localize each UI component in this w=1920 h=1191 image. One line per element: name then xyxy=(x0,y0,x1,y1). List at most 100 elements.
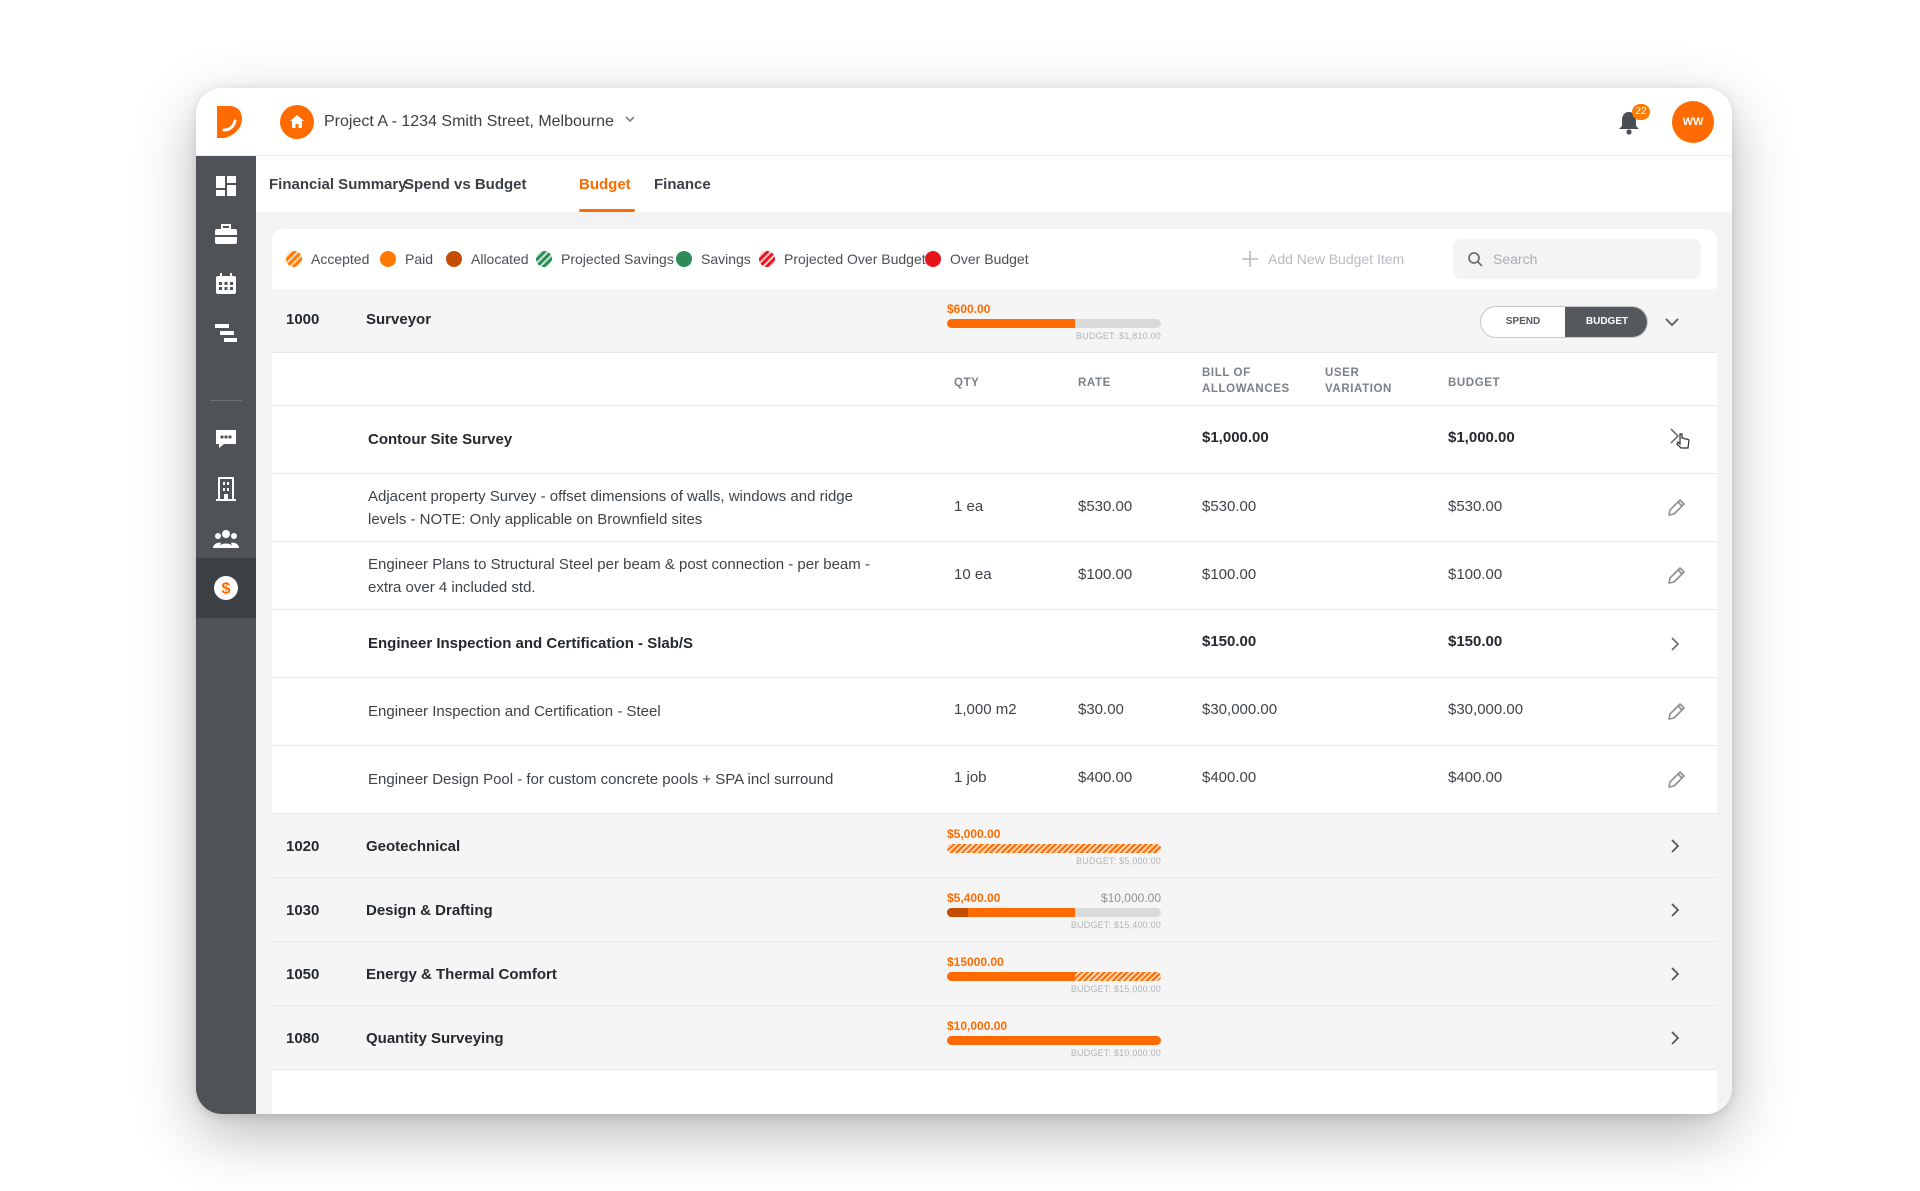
item-rate: $30.00 xyxy=(1078,701,1124,718)
column-user-variation: USER VARIATION xyxy=(1325,365,1392,397)
savings-swatch xyxy=(676,251,692,267)
tab-financial-summary[interactable]: Financial Summary xyxy=(269,176,407,193)
category-name: Surveyor xyxy=(366,311,432,328)
project-selector[interactable]: Project A - 1234 Smith Street, Melbourne xyxy=(324,113,614,131)
item-budget: $30,000.00 xyxy=(1448,701,1524,718)
sidebar-item-finance[interactable]: $ xyxy=(196,558,256,618)
sidebar-item-dashboard[interactable] xyxy=(196,162,256,210)
line-item-row[interactable]: Engineer Plans to Structural Steel per b… xyxy=(272,542,1717,610)
legend-item-savings: Savings xyxy=(676,251,751,267)
user-avatar[interactable]: WW xyxy=(1672,101,1714,143)
spent-amount: $5,400.00 xyxy=(947,891,1001,905)
column-header-row: QTY RATE BILL OF ALLOWANCES USER VARIATION… xyxy=(272,353,1717,406)
category-row-1080[interactable]: 1080 Quantity Surveying $10,000.00 BUDGE… xyxy=(272,1006,1717,1070)
progress-track xyxy=(947,908,1161,917)
edit-icon[interactable] xyxy=(1665,701,1687,723)
allocated-swatch xyxy=(446,251,462,267)
tab-finance[interactable]: Finance xyxy=(654,176,711,193)
toggle-budget[interactable]: BUDGET xyxy=(1565,307,1647,337)
main-content: Financial Summary Spend vs Budget Budget… xyxy=(256,156,1732,1114)
edit-icon[interactable] xyxy=(1665,497,1687,519)
chevron-right-icon[interactable] xyxy=(1668,838,1682,854)
budget-label: BUDGET: $5,000.00 xyxy=(1076,856,1161,866)
category-row-1000[interactable]: 1000 Surveyor $600.00 BUDGET: $1,810.00 … xyxy=(272,289,1717,353)
column-bill-of-allowances: BILL OF ALLOWANCES xyxy=(1202,365,1290,397)
budget-panel: Accepted Paid Allocated Projected Saving… xyxy=(272,229,1717,1114)
search-box xyxy=(1453,239,1701,279)
legend-label: Accepted xyxy=(311,251,370,267)
sidebar: $ xyxy=(196,156,256,1114)
building-icon xyxy=(216,477,236,501)
svg-text:$: $ xyxy=(222,581,231,598)
legend-label: Projected Savings xyxy=(561,251,674,267)
spent-amount: $15000.00 xyxy=(947,955,1004,969)
accepted-fill xyxy=(947,844,1161,853)
allocated-fill xyxy=(947,908,968,917)
category-row-1030[interactable]: 1030 Design & Drafting $5,400.00 $10,000… xyxy=(272,878,1717,942)
calendar-icon xyxy=(216,273,236,294)
line-item-row[interactable]: Engineer Design Pool - for custom concre… xyxy=(272,746,1717,814)
line-item-row[interactable]: Engineer Inspection and Certification - … xyxy=(272,678,1717,746)
hand-cursor-icon xyxy=(1670,428,1690,449)
legend: Accepted Paid Allocated Projected Saving… xyxy=(272,229,1717,289)
chevron-right-icon[interactable] xyxy=(1668,636,1682,652)
chevron-down-icon[interactable] xyxy=(1664,315,1680,329)
project-home-icon[interactable] xyxy=(280,105,314,139)
chevron-right-icon[interactable] xyxy=(1668,966,1682,982)
item-rate: $530.00 xyxy=(1078,498,1133,515)
item-qty: 1 job xyxy=(954,769,987,786)
item-qty: 1 ea xyxy=(954,498,984,515)
item-rate: $100.00 xyxy=(1078,566,1133,583)
paid-swatch xyxy=(380,251,396,267)
paid-fill xyxy=(947,1036,1161,1045)
dollar-icon: $ xyxy=(214,576,238,600)
category-name: Quantity Surveying xyxy=(366,1030,504,1047)
edit-icon[interactable] xyxy=(1665,769,1687,791)
plus-icon xyxy=(1242,251,1258,267)
line-item-row[interactable]: Engineer Inspection and Certification - … xyxy=(272,610,1717,678)
over-budget-swatch xyxy=(925,251,941,267)
spend-budget-toggle[interactable]: SPEND BUDGET xyxy=(1480,306,1648,338)
paid-fill xyxy=(947,972,1075,981)
legend-label: Projected Over Budget xyxy=(784,251,926,267)
add-budget-item-label: Add New Budget Item xyxy=(1268,251,1405,267)
tab-spend-vs-budget[interactable]: Spend vs Budget xyxy=(404,176,527,193)
projected-over-budget-swatch xyxy=(759,251,775,267)
chevron-right-icon[interactable] xyxy=(1668,1030,1682,1046)
sidebar-item-buildings[interactable] xyxy=(196,465,256,513)
item-bill: $1,000.00 xyxy=(1202,429,1269,446)
toggle-spend[interactable]: SPEND xyxy=(1481,307,1565,337)
item-budget: $100.00 xyxy=(1448,566,1503,583)
item-qty: 1,000 m2 xyxy=(954,701,1017,718)
sidebar-divider xyxy=(210,400,242,401)
progress-track xyxy=(947,319,1161,328)
add-budget-item-button[interactable]: Add New Budget Item xyxy=(1240,249,1404,269)
sidebar-item-schedule[interactable] xyxy=(196,309,256,357)
app-window: Project A - 1234 Smith Street, Melbourne… xyxy=(196,88,1732,1114)
category-name: Geotechnical xyxy=(366,838,461,855)
sidebar-item-calendar[interactable] xyxy=(196,260,256,308)
category-name: Design & Drafting xyxy=(366,902,493,919)
item-description: Engineer Plans to Structural Steel per b… xyxy=(368,556,870,596)
search-input[interactable] xyxy=(1493,239,1693,279)
line-item-row[interactable]: Adjacent property Survey - offset dimens… xyxy=(272,474,1717,542)
sidebar-item-messages[interactable] xyxy=(196,415,256,463)
column-budget: BUDGET xyxy=(1448,377,1501,389)
edit-icon[interactable] xyxy=(1665,565,1687,587)
sidebar-item-team[interactable] xyxy=(196,515,256,563)
category-row-1020[interactable]: 1020 Geotechnical $5,000.00 BUDGET: $5,0… xyxy=(272,814,1717,878)
briefcase-icon xyxy=(215,224,237,244)
brand-logo-icon[interactable] xyxy=(214,104,244,140)
line-item-row[interactable]: Contour Site Survey $1,000.00 $1,000.00 xyxy=(272,406,1717,474)
item-description: Contour Site Survey xyxy=(368,431,513,448)
category-row-1050[interactable]: 1050 Energy & Thermal Comfort $15000.00 … xyxy=(272,942,1717,1006)
spent-amount: $5,000.00 xyxy=(947,827,1001,841)
progress-track xyxy=(947,844,1161,853)
tab-budget[interactable]: Budget xyxy=(579,176,631,193)
chevron-right-icon[interactable] xyxy=(1668,902,1682,918)
spent-amount: $600.00 xyxy=(947,302,991,316)
sidebar-item-jobs[interactable] xyxy=(196,211,256,259)
item-qty: 10 ea xyxy=(954,566,992,583)
accepted-fill xyxy=(1075,972,1161,981)
chevron-down-icon[interactable] xyxy=(623,112,637,126)
